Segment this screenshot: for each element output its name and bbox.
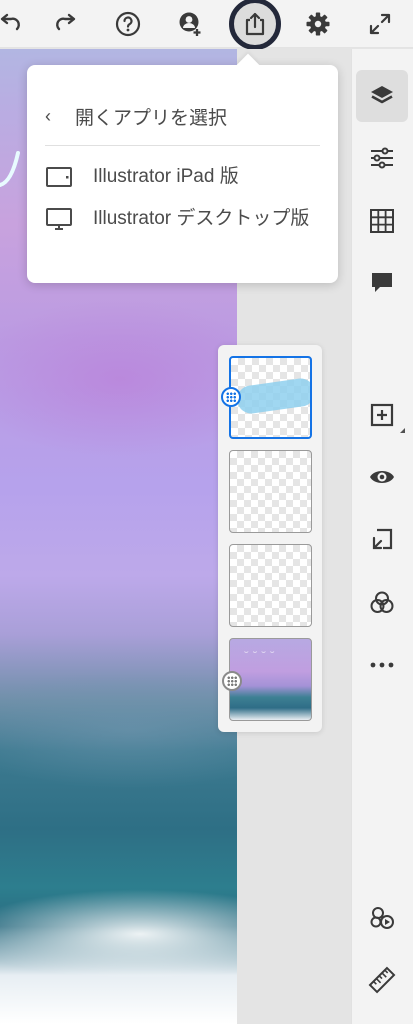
help-button[interactable] (106, 0, 150, 48)
undo-icon (0, 13, 20, 31)
blend-button[interactable] (356, 577, 408, 629)
import-button[interactable] (356, 514, 408, 566)
divider (45, 145, 320, 146)
help-icon (115, 11, 141, 37)
popover-title: 開くアプリを選択 (75, 107, 228, 129)
right-tool-panel (351, 49, 413, 1024)
visibility-button[interactable] (356, 451, 408, 503)
eye-icon (370, 471, 394, 483)
desktop-icon (46, 208, 72, 230)
comments-button[interactable] (356, 257, 408, 309)
expand-icon (369, 13, 391, 35)
grid-icon (370, 209, 394, 233)
layer-content (235, 376, 310, 416)
layer-thumbnail[interactable] (229, 356, 312, 439)
fullscreen-button[interactable] (358, 0, 402, 48)
sliders-icon (371, 147, 393, 169)
open-illustrator-ipad[interactable]: Illustrator iPad 版 (45, 162, 324, 191)
app: ‹ 開くアプリを選択 Illustrator iPad 版 Illustrato… (0, 0, 413, 1024)
redo-icon (56, 13, 76, 31)
open-in-app-popover: ‹ 開くアプリを選択 Illustrator iPad 版 Illustrato… (27, 53, 338, 283)
grip-icon (226, 392, 236, 402)
settings-button[interactable] (296, 0, 340, 48)
layer-thumbnail[interactable] (229, 450, 312, 533)
redo-button[interactable] (44, 0, 88, 48)
livestream-icon (370, 907, 394, 929)
layers-button[interactable] (356, 70, 408, 122)
gear-icon (306, 12, 330, 36)
menu-item-label: Illustrator デスクトップ版 (93, 208, 310, 229)
properties-button[interactable] (356, 132, 408, 184)
chevron-left-icon: ‹ (45, 105, 51, 126)
blend-icon (370, 591, 394, 613)
livestream-button[interactable] (356, 891, 408, 943)
share-icon (245, 12, 265, 36)
layer-drag-handle[interactable] (221, 387, 241, 407)
grip-icon (227, 676, 237, 686)
submenu-indicator (400, 428, 405, 433)
layer-drag-handle[interactable] (222, 671, 242, 691)
ruler-icon (368, 966, 396, 994)
paint-blob (0, 669, 237, 789)
menu-item-label: Illustrator iPad 版 (93, 166, 239, 187)
bird-marks: ⌣⌣⌣⌣ (244, 649, 279, 656)
layers-panel: ⌣⌣⌣⌣ (218, 345, 322, 732)
open-illustrator-desktop[interactable]: Illustrator デスクトップ版 (45, 204, 324, 233)
paint-blob (0, 299, 237, 459)
measure-button[interactable] (356, 954, 408, 1006)
back-to-menu[interactable]: ‹ 開くアプリを選択 (45, 101, 227, 131)
more-icon (370, 662, 394, 668)
invite-button[interactable] (168, 0, 212, 48)
share-button[interactable] (233, 0, 277, 48)
comment-icon (372, 273, 392, 292)
add-person-icon (179, 12, 201, 36)
paint-blob (0, 889, 237, 979)
top-toolbar (0, 0, 413, 50)
undo-button[interactable] (0, 0, 32, 48)
tablet-icon (46, 167, 72, 187)
layer-thumbnail[interactable] (229, 544, 312, 627)
add-layer-icon (370, 403, 394, 427)
layers-icon (371, 86, 393, 104)
more-button[interactable] (356, 639, 408, 691)
grid-button[interactable] (356, 195, 408, 247)
import-icon (372, 528, 393, 550)
add-layer-button[interactable] (356, 389, 408, 441)
